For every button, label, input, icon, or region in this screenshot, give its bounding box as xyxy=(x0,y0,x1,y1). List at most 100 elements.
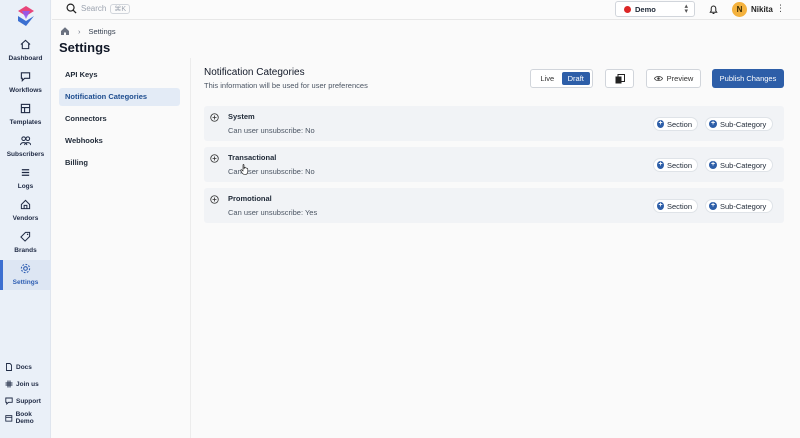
category-name: Transactional xyxy=(228,153,277,162)
calendar-icon xyxy=(5,415,13,422)
add-subcategory-button[interactable]: + Sub-Category xyxy=(705,117,773,131)
active-indicator xyxy=(0,260,3,290)
expand-plus-icon[interactable] xyxy=(210,195,219,204)
hand-pointer-icon xyxy=(240,164,249,175)
chip-label: Sub-Category xyxy=(720,201,767,211)
add-section-button[interactable]: + Section xyxy=(653,158,698,172)
sidebar-item-dashboard[interactable]: Dashboard xyxy=(0,39,51,69)
home-icon[interactable] xyxy=(60,26,70,36)
add-section-button[interactable]: + Section xyxy=(653,199,698,213)
avatar[interactable]: N xyxy=(732,2,747,17)
sidebar-item-label: Brands xyxy=(14,247,37,254)
more-vertical-icon[interactable]: ⋮ xyxy=(776,3,785,13)
chip-label: Section xyxy=(666,160,692,170)
plus-icon: + xyxy=(709,202,717,210)
sidebar-item-vendors[interactable]: Vendors xyxy=(0,199,51,229)
tag-icon xyxy=(20,231,31,242)
search-label: Search xyxy=(81,4,107,13)
preview-label: Preview xyxy=(666,74,694,83)
section-subtitle: This information will be used for user p… xyxy=(204,81,368,90)
environment-label: Demo xyxy=(635,4,656,14)
breadcrumb-separator: › xyxy=(78,26,81,36)
sidebar-item-label: Workflows xyxy=(9,87,42,94)
gear-icon xyxy=(20,263,31,274)
sidebar-item-label: Dashboard xyxy=(8,55,43,62)
logo-icon[interactable] xyxy=(16,5,36,27)
chevron-updown-icon: ▴ ▾ xyxy=(684,3,688,15)
plus-icon: + xyxy=(657,120,664,128)
copy-button[interactable] xyxy=(605,69,634,88)
environment-dot xyxy=(624,5,631,13)
topbar: Search ⌘K Demo ▴ ▾ N Nikita ⋮ xyxy=(52,0,800,20)
sidebar-item-label: Templates xyxy=(9,119,42,126)
footer-label: Support xyxy=(16,397,41,405)
toggle-draft[interactable]: Draft xyxy=(561,72,590,85)
footer-label: Book Demo xyxy=(15,411,34,425)
category-row-transactional[interactable]: Transactional Can user unsubscribe: No +… xyxy=(204,147,784,182)
plus-icon: + xyxy=(657,161,664,169)
footer-label: Docs xyxy=(16,363,32,371)
slack-icon xyxy=(5,380,13,388)
sidebar-item-subscribers[interactable]: Subscribers xyxy=(0,135,51,165)
publish-changes-button[interactable]: Publish Changes xyxy=(712,69,784,88)
expand-plus-icon[interactable] xyxy=(210,154,219,163)
category-unsubscribe: Can user unsubscribe: Yes xyxy=(228,208,318,217)
bell-icon[interactable] xyxy=(708,4,719,15)
subnav-item-connectors[interactable]: Connectors xyxy=(59,110,180,128)
sidebar-item-label: Logs xyxy=(17,183,34,190)
category-row-promotional[interactable]: Promotional Can user unsubscribe: Yes + S… xyxy=(204,188,784,223)
category-name: Promotional xyxy=(228,194,272,203)
environment-select[interactable]: Demo ▴ ▾ xyxy=(615,1,695,17)
sidebar-item-brands[interactable]: Brands xyxy=(0,231,51,261)
chat-icon xyxy=(20,72,31,82)
toggle-live[interactable]: Live xyxy=(533,72,562,85)
vendors-icon xyxy=(20,199,31,210)
page-title: Settings xyxy=(59,40,111,55)
users-icon xyxy=(20,136,31,146)
divider xyxy=(190,58,191,438)
subnav-item-api-keys[interactable]: API Keys xyxy=(59,66,180,84)
breadcrumb: › Settings xyxy=(60,26,116,36)
preview-button[interactable]: Preview xyxy=(646,69,701,88)
sidebar-footer-join[interactable]: Join us xyxy=(5,378,39,390)
add-subcategory-button[interactable]: + Sub-Category xyxy=(705,199,773,213)
sidebar-footer-docs[interactable]: Docs xyxy=(5,361,32,373)
plus-icon: + xyxy=(709,120,717,128)
search-icon xyxy=(66,3,77,14)
doc-icon xyxy=(6,363,12,371)
sidebar-item-label: Subscribers xyxy=(6,151,45,158)
home-icon xyxy=(20,39,31,50)
plus-icon: + xyxy=(657,202,664,210)
section-title: Notification Categories xyxy=(204,67,305,78)
user-name[interactable]: Nikita xyxy=(751,5,773,14)
copy-icon xyxy=(615,74,625,84)
sidebar-item-workflows[interactable]: Workflows xyxy=(0,71,51,101)
sidebar-item-label: Vendors xyxy=(12,215,39,222)
add-subcategory-button[interactable]: + Sub-Category xyxy=(705,158,773,172)
chip-label: Section xyxy=(666,119,692,129)
expand-plus-icon[interactable] xyxy=(210,113,219,122)
category-row-system[interactable]: System Can user unsubscribe: No + Section… xyxy=(204,106,784,141)
subnav-item-notification-categories[interactable]: Notification Categories xyxy=(59,88,180,106)
breadcrumb-current: Settings xyxy=(88,26,116,36)
templates-icon xyxy=(20,103,31,114)
sidebar-item-templates[interactable]: Templates xyxy=(0,103,51,133)
eye-icon xyxy=(653,76,663,81)
category-name: System xyxy=(228,112,255,121)
chip-label: Sub-Category xyxy=(720,119,767,129)
plus-icon: + xyxy=(709,161,717,169)
live-draft-toggle: Live Draft xyxy=(530,69,593,88)
sidebar-item-settings[interactable]: Settings xyxy=(0,260,51,290)
search-trigger[interactable]: Search ⌘K xyxy=(66,3,131,14)
chip-label: Section xyxy=(666,201,692,211)
sidebar-item-label: Settings xyxy=(12,279,39,286)
add-section-button[interactable]: + Section xyxy=(653,117,698,131)
sidebar-footer-book-demo[interactable]: Book Demo xyxy=(5,411,50,425)
subnav-item-billing[interactable]: Billing xyxy=(59,154,180,172)
sidebar-item-logs[interactable]: Logs xyxy=(0,167,51,197)
subnav-item-webhooks[interactable]: Webhooks xyxy=(59,132,180,150)
sidebar-footer-support[interactable]: Support xyxy=(5,395,41,407)
sidebar: Dashboard Workflows Templates Subscriber… xyxy=(0,0,51,438)
search-shortcut: ⌘K xyxy=(110,3,131,14)
chat-icon xyxy=(5,397,13,405)
